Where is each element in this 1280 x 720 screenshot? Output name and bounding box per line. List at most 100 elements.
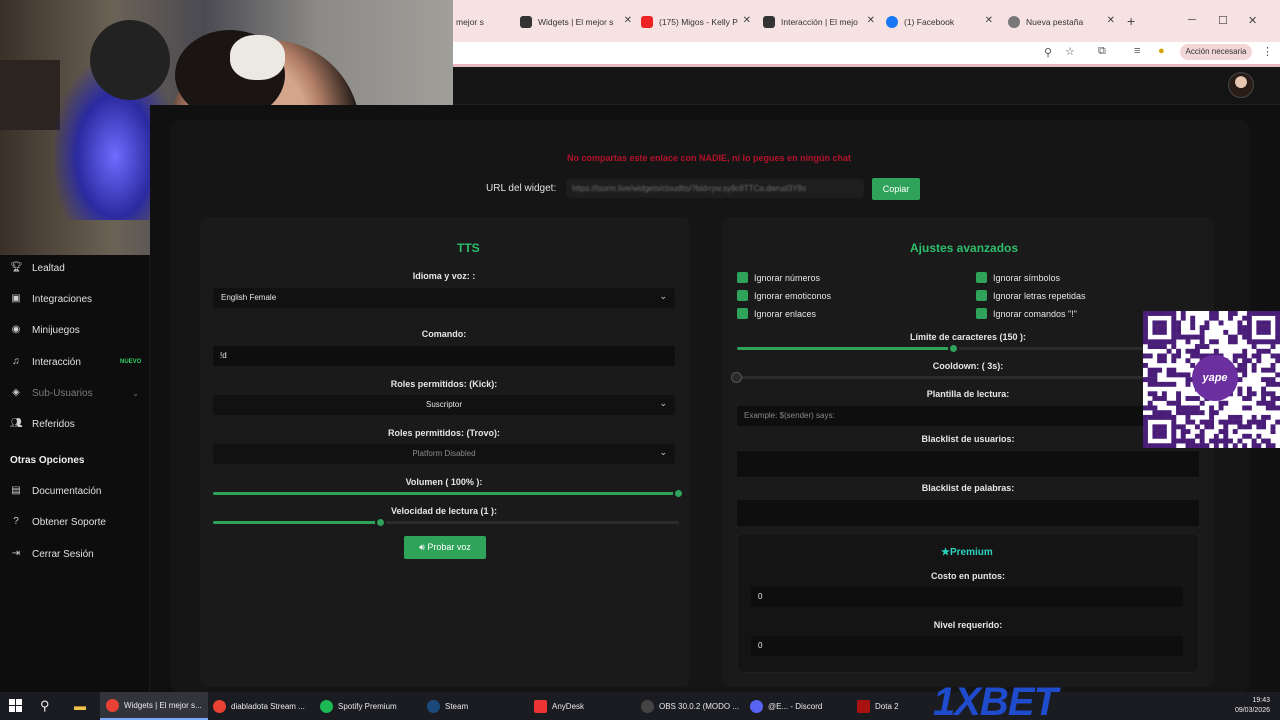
close-tab-icon[interactable]: ✕ [743, 15, 751, 26]
browser-tab[interactable]: (175) Migos - Kelly P ✕ [641, 11, 751, 33]
zoom-icon[interactable]: ⚲ [1044, 46, 1052, 59]
action-required-button[interactable]: Acción necesaria [1180, 44, 1252, 60]
address-bar[interactable] [453, 42, 1093, 60]
taskbar-app-anydesk[interactable]: AnyDesk [534, 692, 584, 720]
volume-slider[interactable] [213, 488, 684, 499]
browser-tab-active[interactable]: Widgets | El mejor s ✕ [520, 11, 632, 33]
qr-module [1199, 325, 1205, 331]
browser-tab[interactable]: mejor s [456, 11, 514, 33]
browser-tab[interactable]: Nueva pestaña ✕ [1008, 11, 1115, 33]
qr-module [1270, 381, 1276, 387]
checkbox-checked[interactable] [976, 308, 987, 319]
qr-module [1180, 429, 1186, 435]
qr-module [1265, 311, 1271, 316]
sidebar-item-interaccion[interactable]: ♫ Interacción NUEVO [10, 356, 145, 368]
close-tab-icon[interactable]: ✕ [985, 15, 993, 26]
qr-module [1232, 419, 1238, 425]
sidebar-item-referidos[interactable]: 👥︎ Referidos [10, 418, 145, 430]
qr-module [1161, 320, 1167, 326]
qr-module [1185, 377, 1191, 383]
close-tab-icon[interactable]: ✕ [1107, 15, 1115, 26]
qr-module [1251, 344, 1257, 349]
checkbox-checked[interactable] [737, 290, 748, 301]
minimize-button[interactable]: ─ [1188, 14, 1196, 26]
windows-start-icon[interactable] [9, 699, 22, 712]
taskbar-app-steam[interactable]: Steam [427, 692, 468, 720]
qr-module [1261, 386, 1267, 392]
test-voice-button[interactable]: 🔊︎ Probar voz [404, 536, 486, 559]
browser-tab[interactable]: (1) Facebook ✕ [886, 11, 993, 33]
sidebar-item-documentacion[interactable]: ▤ Documentación [10, 485, 145, 497]
extensions-icon[interactable]: ⧉ [1098, 45, 1106, 58]
char-limit-slider-knob[interactable] [948, 343, 959, 354]
qr-module [1232, 358, 1238, 364]
checkbox-ignore-symbols[interactable]: Ignorar símbolos [976, 272, 1060, 283]
close-tab-icon[interactable]: ✕ [867, 15, 875, 26]
command-input[interactable]: !d [213, 346, 675, 366]
sidebar-item-soporte[interactable]: ? Obtener Soporte [10, 516, 145, 528]
folder-icon[interactable]: ▬ [74, 692, 86, 720]
speed-slider-knob[interactable] [375, 517, 386, 528]
taskbar-app-dota[interactable]: Dota 2 [857, 692, 899, 720]
qr-module [1194, 348, 1200, 354]
checkbox-ignore-numbers[interactable]: Ignorar números [737, 272, 820, 283]
cooldown-slider-knob[interactable] [731, 372, 742, 383]
new-tab-button[interactable]: + [1127, 13, 1135, 29]
taskbar-app-discord[interactable]: @E... - Discord [750, 692, 822, 720]
system-clock[interactable]: 19:43 09/03/2026 [1235, 696, 1270, 716]
checkbox-ignore-commands[interactable]: Ignorar comandos "!" [976, 308, 1077, 319]
close-window-button[interactable]: ✕ [1248, 14, 1257, 27]
cost-input[interactable]: 0 [751, 587, 1183, 607]
bookmark-star-icon[interactable]: ☆ [1065, 45, 1075, 58]
checkbox-checked[interactable] [737, 272, 748, 283]
cooldown-slider[interactable] [731, 372, 1199, 383]
template-input[interactable]: Example: $(sender) says: [737, 406, 1199, 426]
qr-module [1270, 344, 1276, 349]
sidebar-item-cerrar-sesion[interactable]: ⇥ Cerrar Sesión [10, 548, 145, 560]
checkbox-ignore-emotes[interactable]: Ignorar emoticonos [737, 290, 831, 301]
sidebar-item-minijuegos[interactable]: ◉ Minijuegos [10, 324, 145, 336]
language-select[interactable]: English Female ⌄ [213, 288, 675, 308]
tab-label: Widgets | El mejor s [538, 17, 614, 27]
qr-module [1209, 311, 1215, 316]
maximize-button[interactable]: ☐ [1218, 14, 1228, 27]
profile-coin-icon[interactable]: ● [1158, 45, 1165, 57]
checkbox-checked[interactable] [737, 308, 748, 319]
qr-module [1246, 424, 1252, 430]
search-icon[interactable]: ⚲ [40, 692, 50, 720]
char-limit-slider[interactable] [737, 343, 1199, 354]
speed-slider[interactable] [213, 517, 679, 528]
blacklist-words-input[interactable] [737, 500, 1199, 526]
browser-tab[interactable]: Interacción | El mejo ✕ [763, 11, 875, 33]
qr-module [1270, 377, 1276, 383]
sidebar-item-integraciones[interactable]: ▣ Integraciones [10, 293, 145, 305]
checkbox-ignore-links[interactable]: Ignorar enlaces [737, 308, 816, 319]
qr-module [1256, 348, 1262, 354]
taskbar-app-chrome-stream[interactable]: diabladota Stream ... [213, 692, 305, 720]
checkbox-checked[interactable] [976, 272, 987, 283]
sidebar-item-sub-usuarios[interactable]: ◈ Sub-Usuarios ⌄ [10, 387, 145, 399]
chrome-menu-icon[interactable]: ⋮ [1262, 45, 1273, 58]
checkbox-checked[interactable] [976, 290, 987, 301]
taskbar-app-spotify[interactable]: Spotify Premium [320, 692, 397, 720]
qr-module [1180, 424, 1186, 430]
checkbox-label: Ignorar comandos "!" [993, 308, 1077, 319]
blacklist-users-label: Blacklist de usuarios: [921, 434, 1015, 444]
roles-trovo-select[interactable]: Platform Disabled ⌄ [213, 444, 675, 464]
qr-module [1147, 391, 1153, 397]
close-tab-icon[interactable]: ✕ [624, 15, 632, 26]
level-input[interactable]: 0 [751, 636, 1183, 656]
blacklist-users-input[interactable] [737, 451, 1199, 477]
volume-slider-knob[interactable] [673, 488, 684, 499]
taskbar-app-obs[interactable]: OBS 30.0.2 (MODO ... [641, 692, 739, 720]
roles-kick-select[interactable]: Suscriptor ⌄ [213, 395, 675, 415]
sponsor-logo: 1XBET [933, 680, 1058, 720]
qr-module [1157, 396, 1163, 401]
media-control-icon[interactable]: ≡ [1134, 45, 1140, 57]
checkbox-ignore-repeated[interactable]: Ignorar letras repetidas [976, 290, 1086, 301]
sidebar-item-lealtad[interactable]: 🏆︎ Lealtad [10, 262, 145, 274]
avatar[interactable] [1228, 72, 1254, 98]
taskbar-app-chrome-widgets[interactable]: Widgets | El mejor s... [100, 692, 208, 720]
widget-url-field[interactable]: https://tsorm.live/widgets/cloudtts/?bid… [566, 179, 864, 198]
copy-button[interactable]: Copiar [872, 178, 920, 200]
